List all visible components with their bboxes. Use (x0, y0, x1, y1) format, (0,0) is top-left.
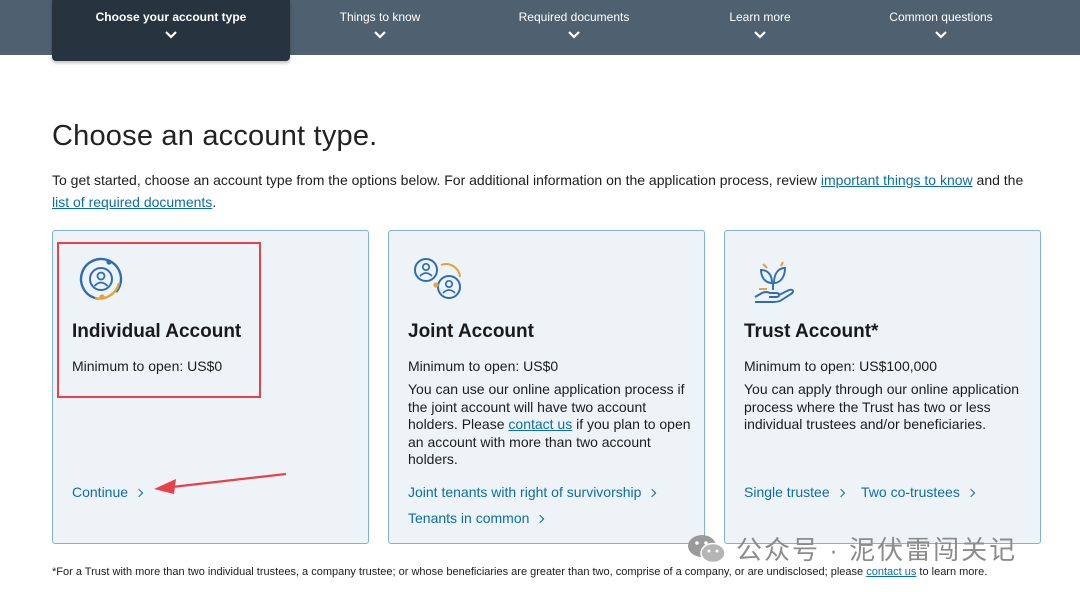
minimum-to-open: Minimum to open: US$100,000 (744, 358, 937, 374)
action-label: Joint tenants with right of survivorship (408, 484, 642, 500)
contact-us-link[interactable]: contact us (508, 416, 572, 432)
nav-tab-label: Things to know (339, 10, 421, 24)
card-description: You can apply through our online applica… (744, 381, 1020, 433)
top-navigation: Choose your account type Things to know … (0, 0, 1080, 61)
nav-tab-choose-account-type[interactable]: Choose your account type (52, 0, 290, 61)
chevron-down-icon (754, 31, 766, 39)
nav-tab-label: Required documents (518, 10, 630, 24)
two-co-trustees-link[interactable]: Two co-trustees (861, 484, 976, 500)
continue-label: Continue (72, 484, 129, 500)
single-trustee-link[interactable]: Single trustee (744, 484, 845, 500)
trust-account-card: Trust Account* Minimum to open: US$100,0… (724, 230, 1041, 544)
chevron-right-icon (648, 488, 657, 498)
chevron-down-icon (165, 31, 177, 39)
minimum-to-open: Minimum to open: US$0 (408, 358, 559, 374)
chevron-down-icon (374, 31, 386, 39)
nav-tab-label: Common questions (889, 10, 993, 24)
chevron-right-icon (966, 488, 976, 498)
tenants-in-common-link[interactable]: Tenants in common (408, 510, 545, 526)
important-things-link[interactable]: important things to know (821, 172, 973, 188)
nav-tab-label: Choose your account type (95, 10, 247, 24)
chevron-right-icon (134, 488, 144, 498)
chevron-down-icon (935, 31, 947, 39)
plant-in-hand-icon (754, 261, 794, 303)
trust-footnote: *For a Trust with more than two individu… (52, 566, 987, 578)
footnote-text: *For a Trust with more than two individu… (52, 566, 867, 578)
nav-tab-label: Learn more (729, 10, 791, 24)
annotation-arrow-icon (154, 472, 287, 494)
page-title: Choose an account type. (52, 120, 378, 152)
intro-end-text: . (212, 194, 217, 210)
action-label: Two co-trustees (861, 484, 960, 500)
required-documents-link[interactable]: list of required documents (52, 194, 212, 210)
intro-paragraph: To get started, choose an account type f… (52, 169, 1042, 213)
intro-text: To get started, choose an account type f… (52, 172, 821, 188)
joint-account-card: Joint Account Minimum to open: US$0 You … (388, 230, 705, 544)
nav-tab-required-documents[interactable]: Required documents (494, 0, 654, 55)
chevron-right-icon (536, 514, 545, 524)
action-label: Single trustee (744, 484, 830, 500)
watermark-text: 公众号 · 泥伏雷闯关记 (736, 535, 1018, 565)
chevron-right-icon (836, 488, 845, 498)
footnote-end: to learn more. (916, 566, 988, 578)
nav-tab-learn-more[interactable]: Learn more (690, 0, 830, 55)
card-title: Joint Account (408, 321, 534, 342)
chevron-down-icon (568, 31, 580, 39)
nav-tab-common-questions[interactable]: Common questions (860, 0, 1022, 55)
card-title: Trust Account* (744, 321, 879, 342)
footnote-contact-us-link[interactable]: contact us (866, 566, 916, 578)
wechat-logo-icon (688, 535, 726, 564)
action-label: Tenants in common (408, 510, 530, 526)
continue-link[interactable]: Continue (72, 484, 144, 500)
joint-people-icon (414, 258, 461, 299)
card-description: You can use our online application proce… (408, 381, 693, 469)
intro-mid-text: and the (972, 172, 1024, 188)
nav-tab-things-to-know[interactable]: Things to know (300, 0, 460, 55)
annotation-highlight-box (57, 242, 261, 398)
joint-tenants-survivorship-link[interactable]: Joint tenants with right of survivorship (408, 484, 657, 500)
